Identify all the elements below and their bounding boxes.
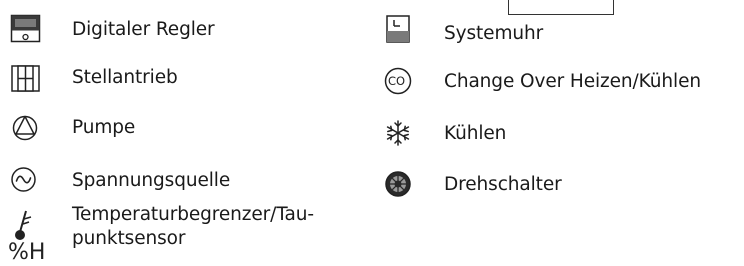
digital-controller-icon <box>10 14 42 44</box>
legend-label-change-over: Change Over Heizen/Kühlen <box>444 71 701 92</box>
humidity-percent-text: %H <box>8 240 46 265</box>
legend-label-pump: Pumpe <box>72 117 136 138</box>
actuator-icon <box>10 64 42 94</box>
legend-label-system-clock: Systemuhr <box>444 23 544 44</box>
legend-label-digital-controller: Digitaler Regler <box>72 19 215 40</box>
pump-icon <box>11 113 41 143</box>
change-over-icon-text: CO <box>388 74 406 88</box>
legend-label-actuator: Stellantrieb <box>72 67 178 88</box>
change-over-icon: CO <box>383 66 413 96</box>
legend-label-voltage-source: Spannungsquelle <box>72 170 231 191</box>
voltage-source-icon <box>9 165 39 195</box>
legend-label-temp-limiter-line1: Temperaturbegrenzer/Tau- <box>72 204 314 225</box>
legend-label-temp-limiter-line2: punktsensor <box>72 228 186 249</box>
legend-label-cooling: Kühlen <box>444 123 507 144</box>
rotary-switch-icon <box>383 169 413 199</box>
legend-label-rotary-switch: Drehschalter <box>444 174 562 195</box>
system-clock-icon <box>385 14 415 46</box>
temperature-humidity-icon: %H <box>8 208 48 265</box>
top-frame-fragment <box>508 0 614 15</box>
snowflake-icon <box>383 118 413 148</box>
